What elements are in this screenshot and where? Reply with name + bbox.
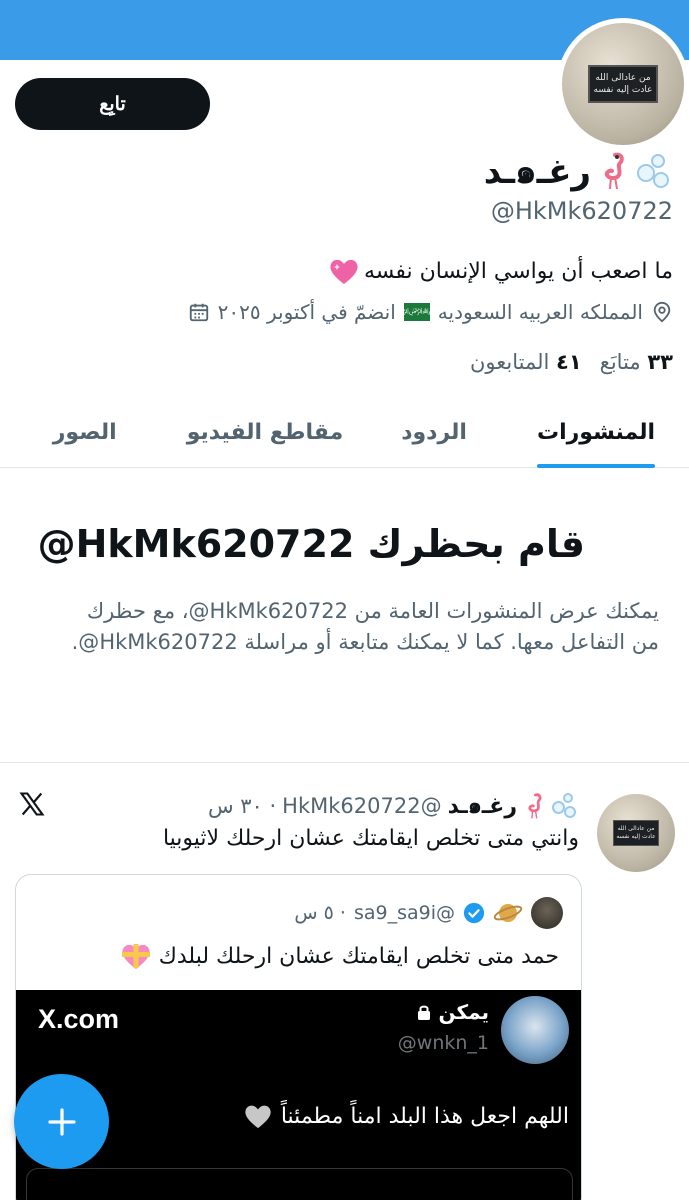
profile-bio: ما اصعب أن يواسي الإنسان نفسه [328, 256, 673, 286]
quote-time: · ٥ س [294, 902, 346, 924]
avatar-sign-small-line2: عادت إليه نفسه [616, 833, 656, 840]
heart-with-ribbon-icon [121, 944, 150, 969]
media-site-logo: X.com [38, 1004, 120, 1034]
tab-replies-label: الردود [401, 419, 467, 445]
profile-meta: المملكه العربيه السعوديه ﷽ انضمّ في أكتو… [188, 300, 673, 324]
following-stat[interactable]: ٣٣ متابَع [600, 350, 673, 374]
divider [0, 762, 689, 763]
saudi-flag-icon: ﷽ [390, 303, 444, 321]
quote-text: حمد متى تخلص ايقامتك عشان ارحلك لبلدك [158, 943, 559, 969]
flamingo-icon [528, 792, 542, 818]
lock-icon [418, 1005, 431, 1020]
avatar-sign: من عادالى الله عادت إليه نفسه [588, 65, 658, 103]
tab-replies[interactable]: الردود [401, 396, 467, 468]
followers-stat[interactable]: ٤١ المتابعون [470, 350, 582, 374]
quote-body: حمد متى تخلص ايقامتك عشان ارحلك لبلدك [119, 941, 559, 971]
tab-posts[interactable]: المنشورات [536, 396, 656, 468]
display-name-text: رغـ๑ـد [483, 152, 591, 192]
tab-photos[interactable]: الصور [53, 396, 117, 468]
followers-count: ٤١ [556, 350, 582, 374]
profile-stats: ٣٣ متابَع ٤١ المتابعون [470, 350, 673, 374]
bubbles-icon [635, 152, 673, 190]
blocked-title: قام بحظرك HkMk620722@ [37, 522, 585, 566]
media-inner-card [26, 1168, 573, 1200]
avatar-sign-line1: من عادالى الله [595, 73, 651, 83]
media-author-avatar [501, 996, 569, 1064]
quote-author-avatar [531, 897, 563, 929]
media-text-content: اللهم اجعل هذا البلد امناً مطمئناً [280, 1103, 569, 1129]
bio-text: ما اصعب أن يواسي الإنسان نفسه [363, 258, 673, 284]
avatar-sign-small-line1: من عادالى الله [617, 825, 655, 832]
tab-posts-label: المنشورات [536, 419, 655, 445]
post-time[interactable]: · ٣٠ س [208, 794, 276, 818]
profile-handle: @HkMk620722 [490, 197, 673, 225]
post-text: وانتي متى تخلص ايقامتك عشان ارحلك لاثيوب… [162, 826, 579, 851]
location-text: المملكه العربيه السعوديه [437, 300, 643, 324]
post-author-handle[interactable]: @HkMk620722 [282, 794, 441, 818]
following-count: ٣٣ [647, 350, 673, 374]
compose-post-button[interactable] [14, 1074, 109, 1169]
post-author-avatar[interactable]: من عادالى الله عادت إليه نفسه [597, 794, 675, 872]
tab-photos-label: الصور [52, 419, 117, 445]
calendar-icon [189, 303, 208, 322]
media-author-name: يمكن [438, 1000, 489, 1024]
quoted-post[interactable]: @sa9_sa9i · ٥ س حمد متى تخلص ايقامتك عشا… [15, 874, 582, 1200]
joined-text: انضمّ في أكتوبر ٢٠٢٥ [217, 300, 396, 324]
avatar-sign-line2: عادت إليه نفسه [593, 85, 653, 95]
blocked-description: يمكنك عرض المنشورات العامة من HkMk620722… [71, 599, 659, 654]
flamingo-icon [604, 152, 624, 190]
plus-icon [47, 1107, 76, 1136]
quote-header: @sa9_sa9i · ٥ س [294, 897, 563, 929]
tab-videos[interactable]: مقاطع الفيديو [187, 396, 344, 468]
quote-author-handle: @sa9_sa9i [353, 902, 455, 924]
media-author-handle: @wnkn_1 [397, 1032, 489, 1054]
profile-avatar[interactable]: من عادالى الله عادت إليه نفسه [557, 18, 689, 150]
avatar-sign-small: من عادالى الله عادت إليه نفسه [613, 820, 659, 846]
sparkling-heart-icon [330, 259, 358, 284]
media-author: يمكن [416, 1000, 489, 1024]
following-label: متابَع [599, 350, 641, 374]
location-icon [653, 301, 671, 323]
post-header: رغـ๑ـد @HkMk620722 · ٣٠ س [208, 788, 579, 823]
profile-tabs: المنشورات الردود مقاطع الفيديو الصور [0, 396, 689, 468]
x-logo-icon[interactable] [18, 790, 46, 818]
verified-badge-icon [463, 902, 485, 924]
display-name: رغـ๑ـد [484, 148, 673, 194]
grey-heart-icon [245, 1105, 271, 1129]
media-text: اللهم اجعل هذا البلد امناً مطمئناً [243, 1102, 569, 1130]
tab-videos-label: مقاطع الفيديو [186, 419, 344, 445]
followers-label: المتابعون [469, 350, 550, 374]
ringed-planet-icon [493, 904, 523, 922]
follow-button[interactable]: تابِع [15, 78, 210, 130]
bubbles-icon [551, 792, 579, 820]
post-author-name[interactable]: رغـ๑ـد [448, 788, 517, 823]
